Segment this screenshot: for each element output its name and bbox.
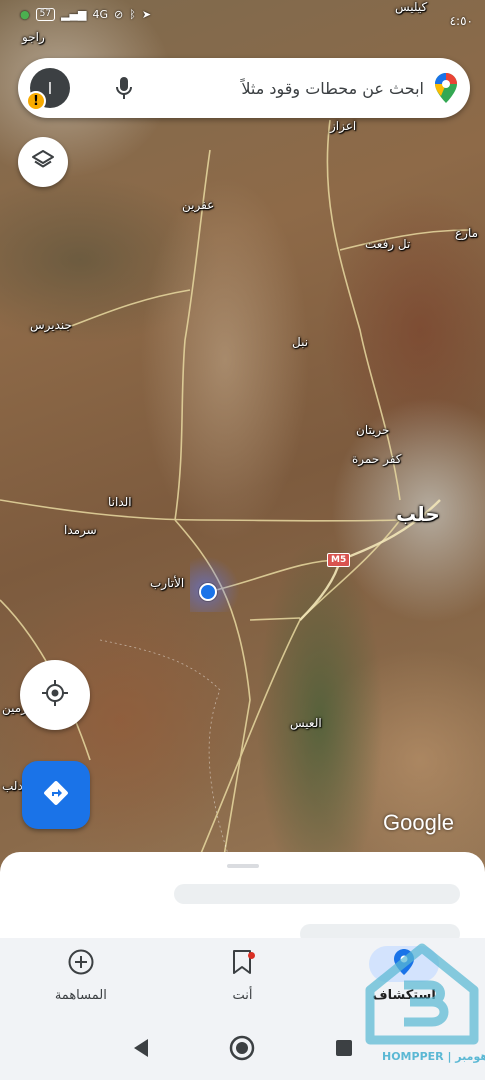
- map-view[interactable]: كيليس راجو اعزاز عفرين مارع تل رفعت جندي…: [0, 0, 485, 880]
- road-network: [0, 119, 471, 880]
- google-maps-pin-icon: [434, 73, 458, 103]
- directions-icon: [41, 778, 71, 812]
- directions-button[interactable]: [22, 761, 90, 829]
- nav-icon-container: [207, 946, 277, 982]
- sheet-drag-handle[interactable]: [227, 864, 259, 868]
- map-label[interactable]: حريتان: [356, 423, 389, 437]
- back-triangle-icon: [132, 1038, 150, 1062]
- status-time: ٤:٥٠: [449, 14, 473, 28]
- map-label[interactable]: كفر حمرة: [352, 452, 401, 466]
- map-label[interactable]: نبل: [292, 335, 308, 349]
- map-label[interactable]: العيس: [290, 716, 322, 730]
- map-label[interactable]: تل رفعت: [365, 237, 410, 251]
- nav-label: المساهمة: [54, 988, 107, 1003]
- recents-square-icon: [335, 1039, 353, 1061]
- avatar[interactable]: ا !: [26, 68, 70, 111]
- nav-item-you[interactable]: أنت: [182, 946, 302, 1003]
- my-location-button[interactable]: [20, 660, 90, 730]
- avatar-letter: ا: [47, 78, 53, 98]
- notification-dot-icon: [248, 952, 256, 959]
- mute-icon: ⊘: [113, 8, 124, 21]
- network-type-label: 4G: [92, 8, 108, 21]
- bluetooth-icon: ᛒ: [129, 8, 136, 21]
- home-button[interactable]: [227, 1035, 257, 1065]
- warning-badge-icon: !: [26, 91, 46, 111]
- mic-icon[interactable]: [112, 76, 136, 100]
- nav-icon-container: [46, 946, 116, 982]
- map-label[interactable]: سرمدا: [64, 523, 97, 537]
- map-label-city[interactable]: حلب: [396, 502, 440, 526]
- nav-item-contribute[interactable]: المساهمة: [21, 946, 141, 1003]
- add-circle-icon: [67, 948, 95, 980]
- map-label[interactable]: جنديرس: [30, 318, 72, 332]
- layers-button[interactable]: [18, 137, 68, 187]
- location-arrow-icon: ➤: [141, 8, 152, 21]
- map-label[interactable]: الأتارب: [150, 576, 184, 590]
- home-circle-icon: [229, 1035, 255, 1065]
- battery-icon: 57: [35, 8, 56, 21]
- nav-label: أنت: [232, 988, 253, 1003]
- map-label[interactable]: اعزاز: [330, 119, 356, 133]
- layers-icon: [31, 148, 55, 176]
- signal-icon: ▂▄▆: [61, 8, 87, 21]
- google-logo: Google: [383, 810, 454, 835]
- back-button[interactable]: [126, 1035, 156, 1065]
- notification-dot-icon: ●: [20, 8, 30, 21]
- map-label[interactable]: الدانا: [108, 495, 132, 509]
- map-label[interactable]: مارع: [455, 226, 478, 240]
- road-shield: M5: [327, 553, 351, 567]
- current-location-dot[interactable]: [199, 583, 217, 601]
- heading-beam: [190, 556, 240, 612]
- status-icons: ● 57 ▂▄▆ 4G ⊘ ᛒ ➤: [20, 8, 151, 21]
- bottom-sheet[interactable]: [0, 852, 485, 944]
- search-bar[interactable]: ا ! ابحث عن محطات وقود مثلاً: [18, 58, 470, 118]
- status-bar: ● 57 ▂▄▆ 4G ⊘ ᛒ ➤ ٤:٥٠: [0, 0, 485, 46]
- crosshair-icon: [41, 679, 69, 711]
- loading-placeholder: [174, 884, 460, 904]
- watermark-text: HOMPPER | هومبر: [382, 1050, 485, 1063]
- map-label[interactable]: عفرين: [182, 198, 214, 212]
- recents-button[interactable]: [329, 1035, 359, 1065]
- search-input[interactable]: ابحث عن محطات وقود مثلاً: [136, 79, 434, 98]
